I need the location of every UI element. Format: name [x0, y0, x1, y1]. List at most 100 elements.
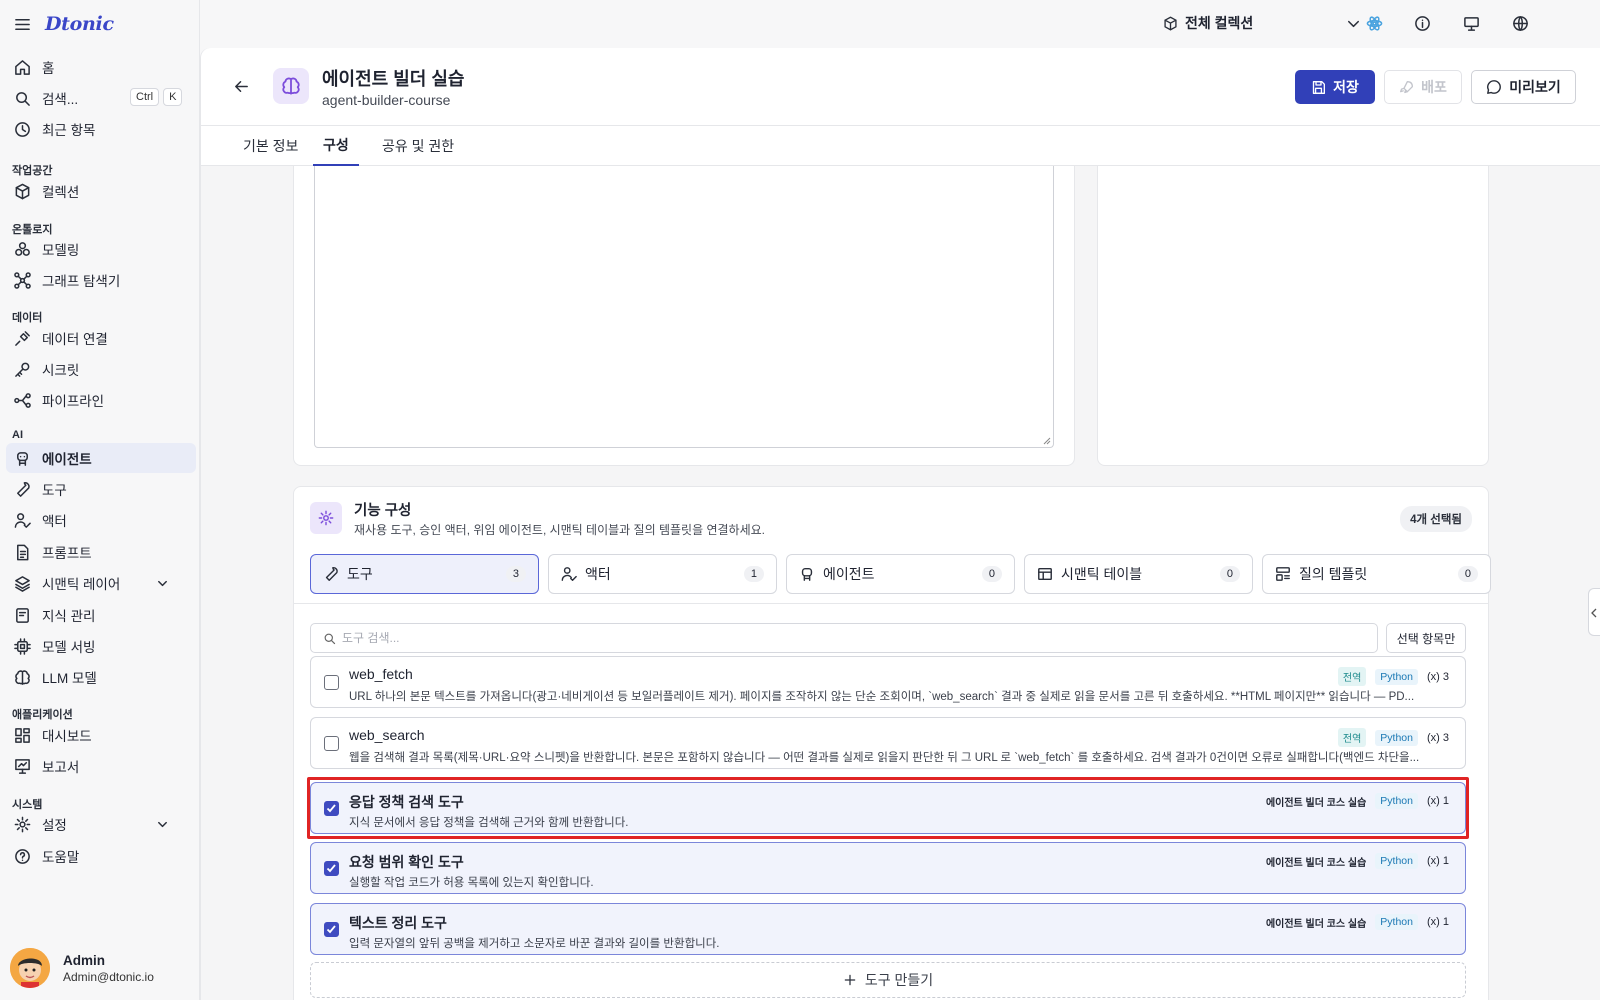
sidebar-item-modeling[interactable]: 모델링 [6, 234, 196, 264]
tool-checkbox-checked[interactable] [324, 861, 339, 876]
sidebar-item-llm-models[interactable]: LLM 모델 [6, 662, 196, 692]
preview-button[interactable]: 미리보기 [1471, 70, 1576, 104]
sidebar-item-label: 모델링 [42, 243, 80, 258]
deploy-button[interactable]: 배포 [1384, 70, 1462, 104]
info-icon[interactable] [1414, 15, 1431, 32]
kbd-ctrl: Ctrl [130, 88, 160, 106]
category-tab-semantic-tables[interactable]: 시맨틱 테이블 0 [1024, 554, 1253, 594]
dashboard-icon [15, 727, 30, 743]
selected-count-badge: 4개 선택됨 [1400, 506, 1472, 532]
sidebar-item-actors[interactable]: 액터 [6, 505, 196, 535]
tool-checkbox-checked[interactable] [324, 801, 339, 816]
plug-icon [15, 330, 30, 346]
brain-icon [282, 77, 300, 95]
resize-handle-icon[interactable] [1043, 437, 1051, 445]
sidebar-item-help[interactable]: 도움말 [6, 841, 196, 871]
tool-row-request-scope[interactable]: 요청 범위 확인 도구 실행할 작업 코드가 허용 목록에 있는지 확인합니다.… [310, 842, 1466, 894]
save-button[interactable]: 저장 [1295, 70, 1375, 104]
sidebar-item-tools[interactable]: 도구 [6, 474, 196, 504]
sidebar-item-reports[interactable]: 보고서 [6, 751, 196, 781]
menu-icon[interactable] [14, 16, 31, 33]
brand-logo[interactable]: Dtonic [45, 13, 114, 35]
sidebar-item-secrets[interactable]: 시크릿 [6, 354, 196, 384]
sidebar-item-label: LLM 모델 [42, 671, 97, 686]
page-header: 에이전트 빌더 실습 agent-builder-course 저장 배포 미리… [201, 48, 1600, 126]
tool-row-web-fetch[interactable]: web_fetch URL 하나의 본문 텍스트를 가져옵니다(광고·네비게이션… [310, 656, 1466, 708]
user-name: Admin [63, 952, 105, 968]
sidebar-item-collections[interactable]: 컬렉션 [6, 176, 196, 206]
document-icon [17, 544, 29, 560]
tool-var-count: (x) 3 [1427, 731, 1449, 744]
selected-only-button[interactable]: 선택 항목만 [1386, 623, 1466, 653]
tool-var-count: (x) 1 [1427, 855, 1449, 867]
chat-icon [1487, 80, 1502, 94]
sidebar-item-knowledge[interactable]: 지식 관리 [6, 600, 196, 630]
tool-checkbox[interactable] [324, 736, 339, 751]
sidebar-item-agents[interactable]: 에이전트 [6, 443, 196, 473]
agent-avatar [273, 68, 309, 104]
help-icon [15, 848, 30, 864]
tab-sharing[interactable]: 공유 및 권한 [382, 126, 454, 166]
tool-lang-badge: Python [1375, 729, 1418, 746]
brain-icon [15, 669, 30, 685]
tool-checkbox-checked[interactable] [324, 922, 339, 937]
category-tab-actors[interactable]: 액터 1 [548, 554, 777, 594]
user-profile[interactable]: Admin Admin@dtonic.io [10, 948, 154, 988]
template-icon [1276, 567, 1290, 581]
tool-search-input[interactable] [342, 631, 1242, 645]
category-label: 에이전트 [823, 566, 875, 582]
sidebar-item-graph-explorer[interactable]: 그래프 탐색기 [6, 265, 196, 295]
sidebar-item-model-serving[interactable]: 모델 서빙 [6, 631, 196, 661]
feature-config-card: 기능 구성 재사용 도구, 승인 액터, 위임 에이전트, 시맨틱 테이블과 질… [293, 486, 1491, 1000]
check-icon [326, 804, 336, 813]
sidebar-item-semantic-layer[interactable]: 시맨틱 레이어 [6, 568, 196, 598]
sidebar-item-label: 시크릿 [42, 363, 80, 378]
layers-icon [15, 575, 30, 592]
tool-row-text-cleanup[interactable]: 텍스트 정리 도구 입력 문자열의 앞뒤 공백을 제거하고 소문자로 바꾼 결과… [310, 903, 1466, 955]
monitor-icon[interactable] [1463, 15, 1480, 32]
tool-name: 응답 정책 검색 도구 [349, 794, 464, 810]
tool-checkbox[interactable] [324, 675, 339, 690]
category-tab-query-templates[interactable]: 질의 템플릿 0 [1262, 554, 1491, 594]
category-label: 도구 [347, 566, 373, 582]
sidebar-item-label: 그래프 탐색기 [42, 274, 121, 289]
instructions-textarea[interactable] [314, 166, 1054, 448]
side-panel-toggle[interactable] [1588, 588, 1600, 636]
sidebar-item-prompts[interactable]: 프롬프트 [6, 537, 196, 567]
atom-icon[interactable] [1366, 15, 1383, 32]
wrench-icon [325, 567, 338, 581]
sidebar-item-label: 최근 항목 [42, 123, 96, 138]
category-label: 액터 [585, 566, 611, 582]
category-tab-agents[interactable]: 에이전트 0 [786, 554, 1015, 594]
category-tab-tools[interactable]: 도구 3 [310, 554, 539, 594]
tool-search[interactable] [310, 623, 1378, 653]
sidebar-item-label: 데이터 연결 [42, 332, 108, 347]
sidebar-item-search[interactable]: 검색... Ctrl K [6, 83, 196, 113]
sidebar-item-label: 대시보드 [42, 729, 92, 744]
sidebar-item-home[interactable]: 홈 [6, 52, 196, 82]
save-icon [1312, 80, 1326, 94]
tool-row-web-search[interactable]: web_search 웹을 검색해 결과 목록(제목·URL·요약 스니펫)을 … [310, 717, 1466, 769]
tool-lang-badge: Python [1375, 914, 1418, 930]
sidebar-item-label: 설정 [42, 818, 67, 833]
sidebar: Dtonic 홈 검색... Ctrl K 최근 항목 작업공간 컬렉션 온톨로지… [0, 0, 200, 1000]
sidebar-item-recent[interactable]: 최근 항목 [6, 114, 196, 144]
sidebar-item-pipeline[interactable]: 파이프라인 [6, 385, 196, 415]
tool-scope-badge: 전역 [1337, 728, 1367, 747]
preview-button-label: 미리보기 [1509, 79, 1561, 95]
category-count: 3 [505, 566, 526, 582]
back-arrow-icon[interactable] [233, 78, 250, 95]
sidebar-item-dashboard[interactable]: 대시보드 [6, 720, 196, 750]
sidebar-item-data-connection[interactable]: 데이터 연결 [6, 323, 196, 353]
side-card [1097, 166, 1489, 466]
tab-basic-info[interactable]: 기본 정보 [243, 126, 298, 166]
tool-row-policy-search[interactable]: 응답 정책 검색 도구 지식 문서에서 응답 정책을 검색해 근거와 함께 반환… [310, 782, 1466, 834]
collection-select[interactable]: 전체 컬렉션 [1163, 13, 1253, 33]
create-tool-button[interactable]: 도구 만들기 [310, 962, 1466, 998]
sidebar-item-settings[interactable]: 설정 [6, 809, 196, 839]
tool-meta: 에이전트 빌더 코스 실습 Python (x) 1 [1266, 914, 1449, 930]
globe-icon[interactable] [1512, 15, 1529, 32]
chevron-down-icon[interactable] [1345, 15, 1362, 32]
check-icon [326, 925, 336, 934]
tab-config[interactable]: 구성 [313, 126, 359, 166]
